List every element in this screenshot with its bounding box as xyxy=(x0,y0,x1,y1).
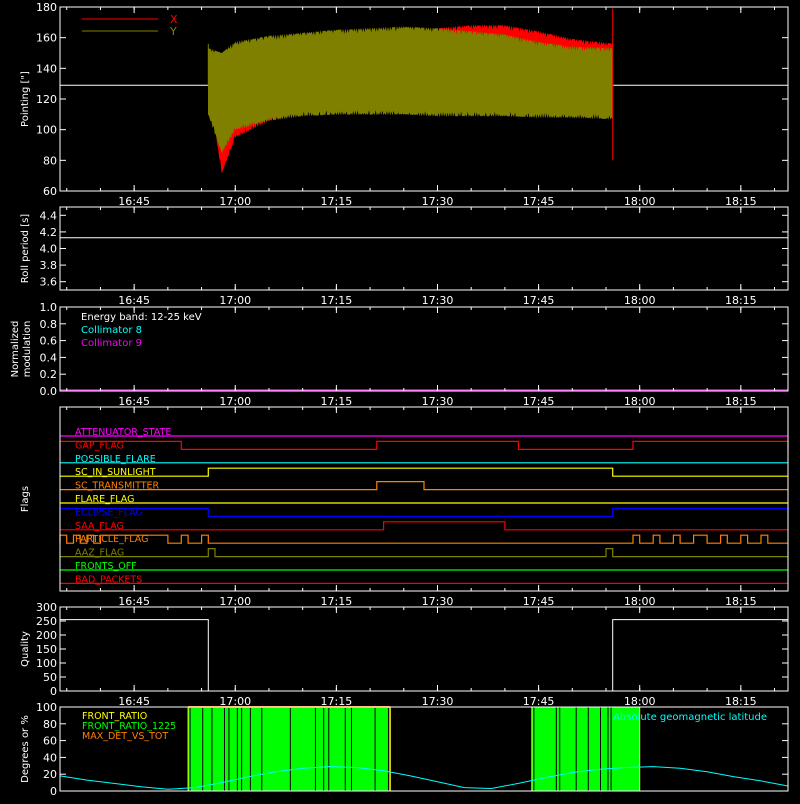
y-tick-label: 0.2 xyxy=(40,368,58,381)
y-axis-label-line: Normalized xyxy=(10,321,21,378)
y-tick-label: 0.8 xyxy=(40,318,58,331)
flag-label: AAZ_FLAG xyxy=(75,548,124,559)
x-tick-label: 17:15 xyxy=(321,294,353,307)
y-tick-label: 0 xyxy=(50,785,57,798)
flag-label: SC_TRANSMITTER xyxy=(75,481,160,492)
x-tick-label: 17:15 xyxy=(321,395,353,408)
y-tick-label: 160 xyxy=(36,32,57,45)
flag-label: FRONTS_OFF xyxy=(75,561,137,572)
y-axis-label: Degrees or % xyxy=(20,715,31,783)
y-tick-label: 40 xyxy=(43,751,57,764)
x-tick-label: 17:45 xyxy=(523,395,555,408)
y-tick-label: 0.0 xyxy=(40,385,58,398)
x-tick-label: 18:00 xyxy=(624,695,656,708)
y-tick-label: 300 xyxy=(36,601,57,614)
x-tick-label: 17:15 xyxy=(321,195,353,208)
x-tick-label: 17:00 xyxy=(219,395,251,408)
y-axis-label: Quality xyxy=(20,631,31,667)
x-tick-label: 18:15 xyxy=(725,195,757,208)
y-tick-label: 80 xyxy=(43,154,57,167)
y-tick-label: 50 xyxy=(43,671,57,684)
x-tick-label: 17:30 xyxy=(422,395,454,408)
flag-label: ECLIPSE_FLAG xyxy=(75,507,143,518)
y-tick-label: 250 xyxy=(36,615,57,628)
x-tick-label: 18:15 xyxy=(725,595,757,608)
legend-label: Y xyxy=(169,25,177,38)
y-axis-label: Normalizedmodulation xyxy=(10,321,33,378)
y-tick-label: 80 xyxy=(43,718,57,731)
flag-label: POSSIBLE_FLARE xyxy=(75,454,156,465)
y-tick-label: 3.6 xyxy=(40,276,58,289)
x-tick-label: 17:45 xyxy=(523,195,555,208)
y-tick-label: 140 xyxy=(36,62,57,75)
x-tick-label: 16:45 xyxy=(118,195,150,208)
y-tick-label: 100 xyxy=(36,124,57,137)
y-tick-label: 180 xyxy=(36,1,57,14)
x-tick-label: 17:00 xyxy=(219,294,251,307)
x-tick-label: 18:00 xyxy=(624,294,656,307)
annotation-text: Collimator 9 xyxy=(81,338,142,349)
x-tick-label: 17:45 xyxy=(523,695,555,708)
flag-label: SC_IN_SUNLIGHT xyxy=(75,467,156,478)
y-tick-label: 0.6 xyxy=(40,335,58,348)
x-tick-label: 16:45 xyxy=(118,294,150,307)
y-axis-label: Pointing ["] xyxy=(20,71,31,127)
x-tick-label: 17:15 xyxy=(321,595,353,608)
x-tick-label: 17:30 xyxy=(422,195,454,208)
y-tick-label: 1.0 xyxy=(40,301,58,314)
y-tick-label: 150 xyxy=(36,643,57,656)
x-tick-label: 17:45 xyxy=(523,595,555,608)
x-tick-label: 18:15 xyxy=(725,695,757,708)
chart-canvas: XY16:45 17:00 17:15 17:30 17:45 18:00 18:15608… xyxy=(0,0,800,800)
y-tick-label: 0.4 xyxy=(40,351,58,364)
x-tick-label: 18:15 xyxy=(725,395,757,408)
x-tick-label: 18:00 xyxy=(624,395,656,408)
y-tick-label: 100 xyxy=(36,701,57,714)
y-tick-label: 3.8 xyxy=(40,259,58,272)
front-ratio-1225-burst xyxy=(187,707,391,791)
x-tick-label: 16:45 xyxy=(118,395,150,408)
x-tick-label: 17:30 xyxy=(422,294,454,307)
y-tick-label: 4.4 xyxy=(40,209,58,222)
x-tick-label: 17:30 xyxy=(422,595,454,608)
x-tick-label: 18:00 xyxy=(624,195,656,208)
x-tick-label: 17:00 xyxy=(219,595,251,608)
annotation-text: Collimator 8 xyxy=(81,325,142,336)
front-ratio-1225-fill xyxy=(188,707,391,791)
annotation-text: Energy band: 12-25 keV xyxy=(81,312,202,323)
flag-label: BAD_PACKETS xyxy=(75,574,142,585)
y-tick-label: 0 xyxy=(50,685,57,698)
flag-label: GAP_FLAG xyxy=(75,440,124,451)
observation-summary-plot: X Y 16:45 17:00 17:15 17:30 17:45 18:00 18:15 60 8… xyxy=(0,0,800,800)
x-tick-label: 17:30 xyxy=(422,695,454,708)
y-tick-label: 100 xyxy=(36,657,57,670)
y-axis-label: Flags xyxy=(20,486,31,512)
x-tick-label: 17:00 xyxy=(219,195,251,208)
y-tick-label: 60 xyxy=(43,735,57,748)
annotation-text: Absolute geomagnetic latitude xyxy=(613,712,767,723)
x-tick-label: 18:00 xyxy=(624,595,656,608)
y-axis-label: Roll period [s] xyxy=(20,214,31,283)
flag-label: ATTENUATOR_STATE xyxy=(75,427,171,438)
legend-label: MAX_DET_VS_TOT xyxy=(82,731,168,742)
x-tick-label: 17:45 xyxy=(523,294,555,307)
y-tick-label: 120 xyxy=(36,93,57,106)
x-tick-label: 18:15 xyxy=(725,294,757,307)
y-tick-label: 4.2 xyxy=(40,226,58,239)
y-axis-label-line: modulation xyxy=(22,321,33,378)
y-tick-label: 200 xyxy=(36,629,57,642)
flag-label: PARTICLE_FLAG xyxy=(75,534,148,545)
x-tick-label: 16:45 xyxy=(118,595,150,608)
y-tick-label: 60 xyxy=(43,185,57,198)
flag-label: SAA_FLAG xyxy=(75,521,124,532)
flag-label: FLARE_FLAG xyxy=(75,494,135,505)
y-tick-label: 4.0 xyxy=(40,243,58,256)
y-tick-label: 20 xyxy=(43,768,57,781)
x-tick-label: 16:45 xyxy=(118,695,150,708)
